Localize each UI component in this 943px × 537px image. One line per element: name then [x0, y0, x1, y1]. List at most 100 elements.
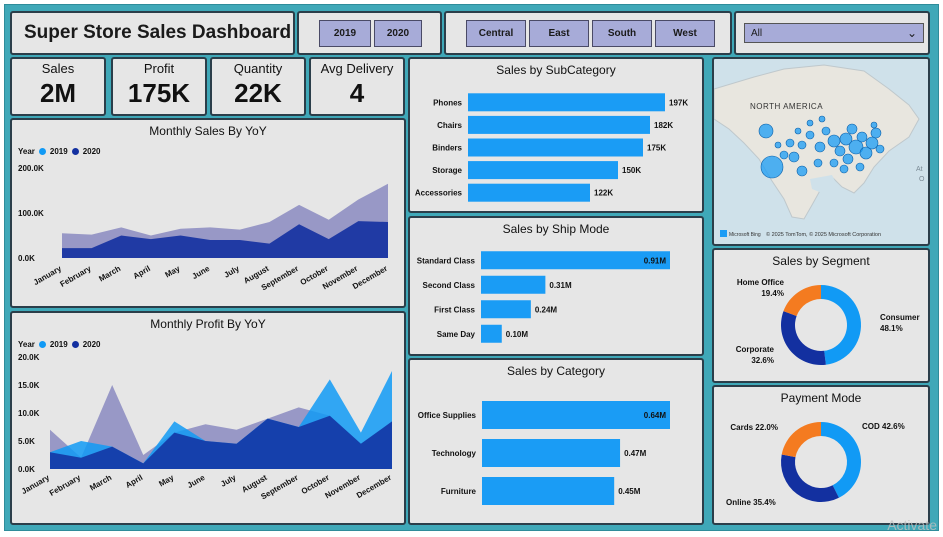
activation-watermark: Activate — [887, 517, 937, 533]
donut-label: 32.6% — [751, 356, 774, 365]
y-tick-label: 100.0K — [18, 209, 44, 218]
map-bubble — [829, 158, 839, 168]
payment-donut-chart: COD 42.6% Online 35.4% Cards 22.0% — [726, 422, 905, 507]
map-visual[interactable]: NORTH AMERICA At O Microsoft Bing © 2025… — [714, 59, 928, 244]
map-credit: © 2025 TomTom, © 2025 Microsoft Corporat… — [766, 231, 881, 238]
map-bubble — [842, 153, 854, 165]
map-bubble — [814, 141, 826, 153]
y-tick-label: 5.0K — [18, 437, 35, 446]
data-label: 0.45M — [618, 487, 641, 496]
donut-slice — [781, 422, 821, 458]
donut-label: Online 35.4% — [726, 498, 776, 507]
data-label: 0.10M — [506, 330, 529, 339]
x-tick-label: April — [132, 264, 152, 281]
ship-mode-panel: Sales by Ship Mode Standard Class 0.91M Se… — [408, 216, 704, 356]
map-bubble — [827, 134, 841, 148]
map-bubble — [870, 127, 882, 139]
region-button-south[interactable]: South — [592, 19, 652, 47]
data-label: 122K — [594, 189, 613, 198]
map-brand: Microsoft Bing — [729, 232, 761, 238]
region-button-central[interactable]: Central — [466, 19, 526, 47]
bar — [468, 161, 618, 180]
data-label: 0.47M — [624, 449, 647, 458]
donut-label: 48.1% — [880, 324, 903, 333]
map-bubble — [779, 150, 789, 160]
x-tick-label: July — [222, 264, 241, 280]
segment-donut-chart: Consumer 48.1% Corporate 32.6% Home Office 19… — [736, 278, 920, 365]
segment-dropdown[interactable]: All ⌄ — [744, 23, 924, 43]
donut-slice — [821, 285, 861, 365]
land-mass — [714, 64, 920, 220]
map-bubble — [839, 164, 849, 174]
map-bubble — [758, 123, 774, 139]
y-tick-label: 0.0K — [18, 254, 35, 263]
bar — [481, 251, 670, 270]
x-tick-label: May — [164, 264, 182, 280]
x-tick-label: March — [88, 473, 113, 493]
x-tick-label: January — [32, 264, 64, 287]
x-tick-label: July — [219, 473, 238, 489]
map-bubble — [794, 127, 802, 135]
year-button-2020[interactable]: 2020 — [374, 19, 422, 47]
kpi-profit: Profit 175K — [111, 57, 207, 116]
map-bubble — [818, 115, 826, 123]
x-tick-label: June — [186, 473, 207, 490]
data-label: 0.31M — [549, 281, 572, 290]
x-tick-label: January — [20, 473, 52, 496]
region-button-west[interactable]: West — [655, 19, 715, 47]
category-label: Technology — [432, 449, 477, 458]
kpi-sales: Sales 2M — [10, 57, 106, 116]
map-bubble — [870, 121, 878, 129]
kpi-value: 175K — [127, 78, 191, 108]
map-bubble — [805, 130, 815, 140]
chevron-down-icon: ⌄ — [906, 26, 917, 40]
region-button-east[interactable]: East — [529, 19, 589, 47]
title-panel: Super Store Sales Dashboard — [10, 11, 295, 55]
map-side-label-2: O — [919, 176, 925, 183]
year-slicer: 2019 2020 — [297, 11, 442, 55]
bar — [481, 300, 531, 319]
category-label: Second Class — [423, 281, 476, 290]
donut-label: 19.4% — [761, 289, 784, 298]
kpi-value: 22K — [234, 78, 282, 108]
bar — [481, 275, 546, 294]
y-tick-label: 15.0K — [18, 381, 40, 390]
bar — [482, 439, 621, 467]
monthly-profit-chart: 20.0K15.0K10.0K5.0K0.0KJanuaryFebruary Ma… — [18, 353, 393, 501]
map-bubble — [774, 141, 782, 149]
donut-label: Consumer — [880, 313, 920, 322]
page-title: Super Store Sales Dashboard — [24, 22, 292, 43]
bar — [468, 93, 665, 112]
x-tick-label: March — [97, 264, 122, 284]
kpi-quantity: Quantity 22K — [210, 57, 306, 116]
category-label: Accessories — [415, 189, 463, 198]
donut-label: Home Office — [737, 278, 785, 287]
map-bubble — [855, 162, 865, 172]
kpi-label: Profit — [143, 61, 175, 76]
map-bubble — [788, 151, 800, 163]
segment-panel: Sales by Segment Consumer 48.1% Corporate 3… — [712, 248, 930, 383]
data-label: 0.91M — [644, 256, 667, 265]
donut-label: Corporate — [736, 345, 775, 354]
bar — [468, 115, 650, 134]
map-panel[interactable]: NORTH AMERICA At O Microsoft Bing © 2025… — [712, 57, 930, 246]
year-button-2019[interactable]: 2019 — [319, 19, 371, 47]
map-bubble — [785, 138, 795, 148]
donut-slice — [781, 454, 839, 502]
category-label: Storage — [432, 166, 462, 175]
ship-mode-chart: Standard Class 0.91M Second Class 0.31M Firs… — [417, 251, 670, 343]
y-tick-label: 20.0K — [18, 353, 40, 362]
x-tick-label: June — [191, 264, 212, 281]
bar — [468, 138, 643, 157]
x-tick-label: April — [124, 473, 144, 490]
category-label: Same Day — [437, 330, 476, 339]
kpi-value: 2M — [39, 78, 77, 108]
kpi-label: Quantity — [233, 61, 283, 76]
map-bubble — [875, 144, 885, 154]
data-label: 0.24M — [535, 305, 558, 314]
subcategory-chart: Phones 197K Chairs 182K Binders 175K Storage 15… — [415, 93, 688, 202]
donut-slice — [781, 311, 826, 365]
monthly-sales-panel: Monthly Sales By YoY Year 2019 2020 200.… — [10, 118, 406, 308]
filter-panel: All ⌄ — [734, 11, 930, 55]
kpi-label: Avg Delivery — [320, 61, 394, 76]
